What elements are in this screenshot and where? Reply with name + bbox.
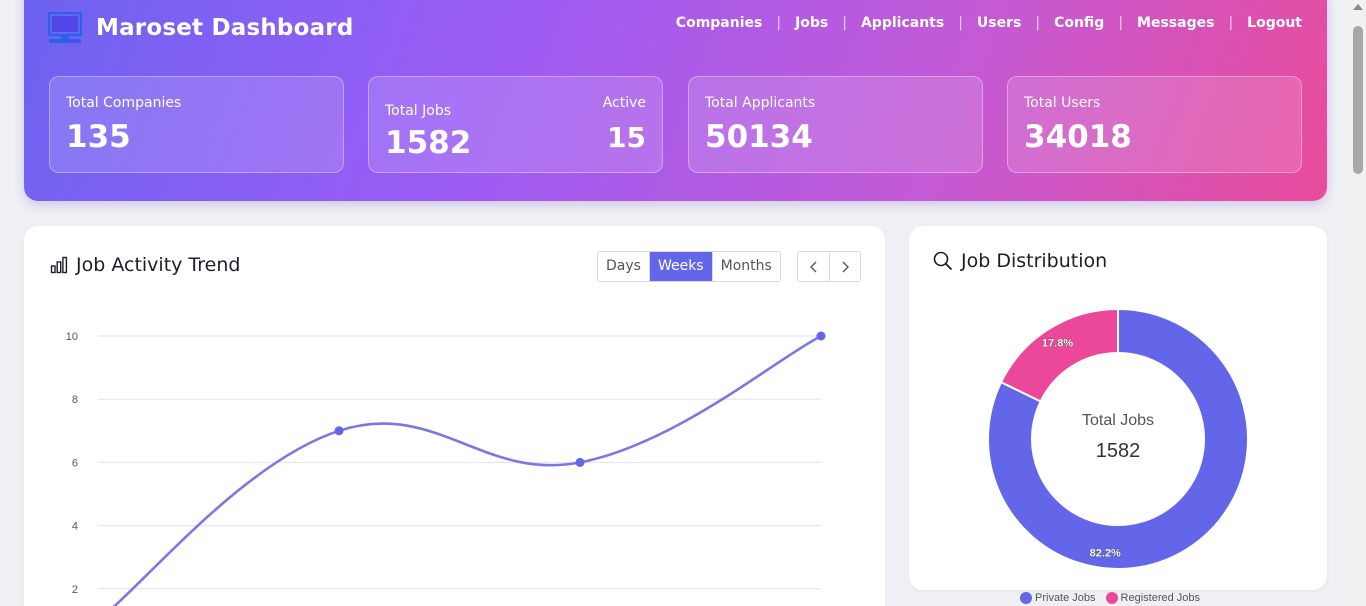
range-toggle: Days Weeks Months [597, 251, 781, 282]
scrollbar-thumb[interactable] [1353, 26, 1363, 174]
series-line [112, 334, 822, 606]
y-tick-label: 4 [72, 521, 78, 533]
stat-card-users: Total Users 34018 [1007, 76, 1302, 173]
legend-label: Private Jobs [1035, 592, 1096, 604]
range-months-button[interactable]: Months [711, 252, 780, 281]
scroll-up-arrow-icon[interactable] [1353, 4, 1363, 10]
legend-item-registered-jobs[interactable]: Registered Jobs [1105, 592, 1201, 604]
range-weeks-button[interactable]: Weeks [648, 252, 712, 281]
stat-value: 50134 [705, 119, 813, 155]
stat-label: Total Jobs [385, 103, 452, 119]
chevron-left-icon [809, 261, 816, 272]
distribution-title-text: Job Distribution [961, 250, 1108, 272]
center-value: 1582 [1096, 440, 1141, 462]
bar-chart-icon [50, 256, 68, 274]
slice-label: 17.8% [1042, 337, 1073, 349]
y-tick-label: 8 [72, 394, 78, 406]
stat-value: 1582 [385, 125, 472, 161]
trend-pager [797, 251, 861, 282]
data-point [816, 331, 826, 341]
previous-button[interactable] [798, 252, 829, 281]
active-jobs-value: 15 [607, 121, 646, 154]
trend-title-text: Job Activity Trend [76, 254, 241, 276]
job-activity-line-chart: 2 4 6 8 10 [66, 331, 826, 606]
nav-separator: | [958, 15, 963, 31]
range-days-button[interactable]: Days [598, 252, 649, 281]
stat-card-applicants: Total Applicants 50134 [688, 76, 983, 173]
job-activity-trend-card: 2 4 6 8 10 Job Activity Trend Days Weeks Mon… [24, 226, 885, 606]
next-button[interactable] [829, 252, 860, 281]
stat-label: Total Applicants [705, 95, 816, 111]
nav-separator: | [842, 15, 847, 31]
slice-label: 82.2% [1090, 547, 1121, 559]
nav-config[interactable]: Config [1054, 15, 1104, 31]
nav-separator: | [1118, 15, 1124, 31]
active-jobs-label: Active [602, 95, 646, 111]
distribution-legend: Private Jobs Registered Jobs [1020, 592, 1200, 604]
data-point [575, 457, 585, 467]
stat-value: 135 [66, 119, 131, 155]
stat-label: Total Users [1024, 95, 1101, 111]
legend-swatch [1020, 592, 1032, 604]
job-distribution-donut-chart: 82.2% 17.8% Total Jobs 1582 [987, 307, 1249, 570]
trend-title: Job Activity Trend [50, 254, 240, 276]
donut-slice [999, 307, 1119, 403]
legend-label: Registered Jobs [1120, 592, 1201, 604]
y-tick-label: 6 [72, 457, 78, 469]
nav-separator: | [1035, 15, 1041, 31]
main-nav: Companies | Jobs | Applicants | Users | … [676, 15, 1302, 31]
center-label: Total Jobs [1082, 412, 1154, 429]
brand[interactable]: Maroset Dashboard [48, 10, 354, 46]
legend-item-private-jobs[interactable]: Private Jobs [1020, 592, 1096, 604]
nav-logout[interactable]: Logout [1247, 15, 1302, 31]
stat-value: 34018 [1024, 119, 1132, 155]
stat-card-companies: Total Companies 135 [49, 76, 344, 173]
y-tick-label: 10 [66, 331, 78, 343]
stat-card-jobs: Total Jobs 1582 Active 15 [368, 76, 663, 173]
legend-swatch [1105, 592, 1118, 604]
nav-separator: | [776, 15, 782, 31]
brand-title: Maroset Dashboard [96, 15, 354, 41]
stat-label: Total Companies [66, 95, 182, 111]
nav-applicants[interactable]: Applicants [861, 15, 944, 31]
search-icon [933, 251, 953, 271]
nav-jobs[interactable]: Jobs [795, 15, 828, 31]
distribution-title: Job Distribution [933, 250, 1107, 272]
nav-users[interactable]: Users [977, 15, 1021, 31]
vertical-scrollbar[interactable] [1350, 0, 1366, 606]
job-distribution-card: 82.2% 17.8% Total Jobs 1582 Job Distributio… [909, 226, 1327, 590]
nav-separator: | [1228, 15, 1234, 31]
y-tick-label: 2 [72, 584, 78, 596]
nav-companies[interactable]: Companies [676, 15, 763, 31]
nav-messages[interactable]: Messages [1137, 15, 1214, 31]
monitor-icon [48, 12, 82, 43]
chevron-right-icon [842, 261, 849, 272]
data-point [334, 426, 344, 436]
